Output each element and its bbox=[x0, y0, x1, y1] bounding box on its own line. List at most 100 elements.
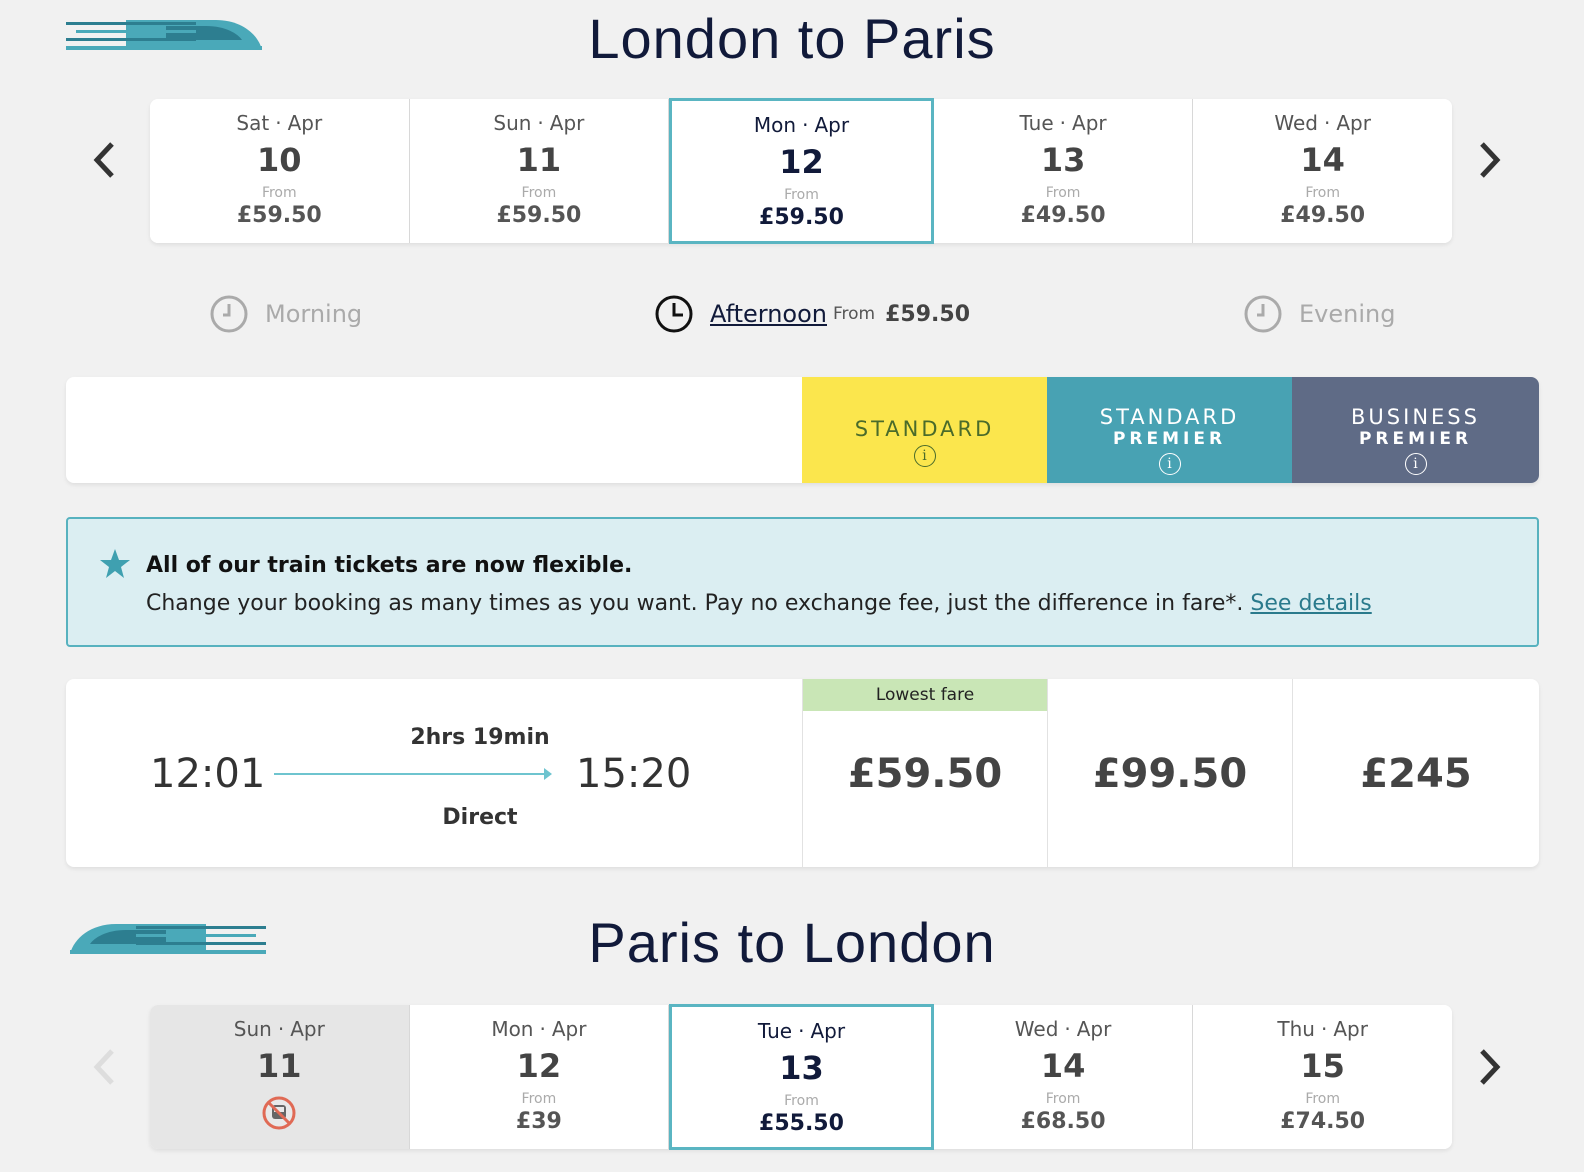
tab-evening-label: Evening bbox=[1299, 300, 1396, 328]
class-header: STANDARD i STANDARD PREMIER i BUSINESS P… bbox=[66, 377, 1539, 483]
date-month: Apr bbox=[1333, 1017, 1368, 1041]
star-icon bbox=[100, 549, 130, 578]
class-business-premier[interactable]: BUSINESS PREMIER i bbox=[1292, 377, 1539, 483]
info-icon[interactable]: i bbox=[1158, 453, 1181, 475]
date-from-label: From bbox=[1305, 1091, 1341, 1107]
date-number: 11 bbox=[516, 141, 562, 179]
date-from-label: From bbox=[784, 187, 819, 203]
date-weekday: Tue bbox=[1019, 111, 1054, 135]
tab-afternoon[interactable]: Afternoon From £59.50 bbox=[654, 294, 970, 334]
time-of-day-selector: Morning Afternoon From £59.50 Evening bbox=[0, 290, 1584, 336]
inbound-date-card-selected[interactable]: Tue · Apr 13 From £55.50 bbox=[669, 1004, 934, 1150]
class-standard-premier-sublabel: PREMIER bbox=[1112, 429, 1227, 449]
date-from-label: From bbox=[521, 185, 557, 201]
inbound-date-strip: Sun · Apr 11 Mon · Apr 12 From £39 Tue · Apr 1… bbox=[150, 1004, 1452, 1150]
arrive-time: 15:20 bbox=[576, 751, 692, 797]
date-price: £55.50 bbox=[759, 1111, 844, 1136]
outbound-date-card[interactable]: Wed · Apr 14 From £49.50 bbox=[1193, 99, 1452, 243]
prev-date-button-disabled[interactable] bbox=[84, 1047, 124, 1087]
clock-icon bbox=[210, 295, 248, 333]
date-weekday: Sun bbox=[493, 111, 532, 135]
fare-standard[interactable]: Lowest fare £59.50 bbox=[802, 679, 1047, 867]
notice-body: Change your booking as many times as you… bbox=[146, 591, 1244, 616]
date-number: 15 bbox=[1300, 1047, 1345, 1085]
outbound-date-strip: Sat · Apr 10 From £59.50 Sun · Apr 11 From £… bbox=[150, 98, 1452, 244]
next-date-button[interactable] bbox=[1470, 140, 1510, 180]
date-price: £59.50 bbox=[496, 203, 582, 228]
lowest-fare-badge: Lowest fare bbox=[803, 679, 1047, 711]
date-weekday: Sun bbox=[233, 1017, 272, 1041]
inbound-date-card-unavailable: Sun · Apr 11 bbox=[150, 1005, 410, 1149]
date-price: £74.50 bbox=[1280, 1109, 1366, 1134]
fare-business-premier[interactable]: £245 bbox=[1292, 679, 1539, 867]
class-standard[interactable]: STANDARD i bbox=[802, 377, 1047, 483]
date-price: £49.50 bbox=[1280, 203, 1366, 228]
date-weekday: Mon bbox=[753, 113, 797, 137]
date-month: Apr bbox=[551, 1017, 587, 1041]
class-business-premier-sublabel: PREMIER bbox=[1358, 429, 1473, 449]
inbound-date-card[interactable]: Thu · Apr 15 From £74.50 bbox=[1193, 1005, 1452, 1149]
journey-type: Direct bbox=[442, 805, 518, 830]
date-from-label: From bbox=[784, 1093, 819, 1109]
tab-evening[interactable]: Evening bbox=[1243, 294, 1395, 334]
class-business-premier-label: BUSINESS bbox=[1351, 405, 1480, 429]
inbound-date-card[interactable]: Mon · Apr 12 From £39 bbox=[409, 1005, 670, 1149]
class-standard-premier[interactable]: STANDARD PREMIER i bbox=[1047, 377, 1292, 483]
date-number: 12 bbox=[516, 1047, 562, 1085]
date-month: Apr bbox=[810, 1019, 846, 1043]
info-icon[interactable]: i bbox=[913, 445, 936, 467]
date-month: Apr bbox=[287, 111, 323, 135]
date-from-label: From bbox=[1305, 185, 1341, 201]
info-icon[interactable]: i bbox=[1404, 453, 1427, 475]
outbound-header: London to Paris bbox=[0, 0, 1584, 80]
date-month: Apr bbox=[1076, 1017, 1112, 1041]
date-from-label: From bbox=[521, 1091, 557, 1107]
date-number: 11 bbox=[257, 1047, 302, 1085]
inbound-date-card[interactable]: Wed · Apr 14 From £68.50 bbox=[933, 1005, 1194, 1149]
fare-price: £59.50 bbox=[847, 751, 1003, 797]
tab-morning[interactable]: Morning bbox=[209, 294, 362, 334]
date-weekday: Thu bbox=[1277, 1017, 1315, 1041]
date-weekday: Mon bbox=[491, 1017, 534, 1041]
journey-line bbox=[274, 773, 550, 775]
outbound-date-card-selected[interactable]: Mon · Apr 12 From £59.50 bbox=[669, 98, 934, 244]
date-month: Apr bbox=[1336, 111, 1371, 135]
flexible-tickets-notice: All of our train tickets are now flexibl… bbox=[66, 517, 1539, 647]
see-details-link[interactable]: See details bbox=[1250, 591, 1371, 616]
chevron-right-icon bbox=[1480, 142, 1501, 178]
clock-icon bbox=[655, 295, 693, 333]
outbound-date-card[interactable]: Sun · Apr 11 From £59.50 bbox=[409, 99, 670, 243]
no-train-icon bbox=[262, 1096, 296, 1130]
date-weekday: Wed bbox=[1274, 111, 1318, 135]
inbound-header: Paris to London bbox=[0, 904, 1584, 984]
prev-date-button[interactable] bbox=[84, 140, 124, 180]
next-date-button[interactable] bbox=[1470, 1047, 1510, 1087]
date-number: 14 bbox=[1300, 141, 1345, 179]
fare-price: £99.50 bbox=[1092, 751, 1248, 797]
date-number: 13 bbox=[1040, 141, 1086, 179]
date-month: Apr bbox=[290, 1017, 325, 1041]
date-weekday: Wed bbox=[1014, 1017, 1059, 1041]
page-title: Paris to London bbox=[588, 911, 996, 974]
date-month: Apr bbox=[549, 111, 585, 135]
fare-standard-premier[interactable]: £99.50 bbox=[1047, 679, 1292, 867]
date-month: Apr bbox=[1072, 111, 1107, 135]
date-month: Apr bbox=[814, 113, 850, 137]
tab-afternoon-label: Afternoon bbox=[710, 300, 827, 328]
date-price: £68.50 bbox=[1020, 1109, 1106, 1134]
outbound-date-card[interactable]: Tue · Apr 13 From £49.50 bbox=[933, 99, 1194, 243]
date-from-label: From bbox=[1045, 1091, 1081, 1107]
chevron-left-icon bbox=[93, 142, 114, 178]
outbound-date-card[interactable]: Sat · Apr 10 From £59.50 bbox=[150, 99, 410, 243]
tab-morning-label: Morning bbox=[265, 300, 363, 328]
journey-duration: 2hrs 19min bbox=[410, 725, 550, 750]
date-weekday: Tue bbox=[757, 1019, 793, 1043]
clock-icon bbox=[1244, 295, 1282, 333]
date-number: 13 bbox=[779, 1049, 824, 1087]
journey-row: 12:01 2hrs 19min Direct 15:20 Lowest far… bbox=[66, 679, 1539, 867]
date-from-label: From bbox=[1045, 185, 1081, 201]
class-standard-label: STANDARD bbox=[854, 417, 995, 441]
depart-time: 12:01 bbox=[150, 751, 266, 797]
date-price: £59.50 bbox=[759, 205, 844, 230]
date-number: 12 bbox=[779, 143, 824, 181]
